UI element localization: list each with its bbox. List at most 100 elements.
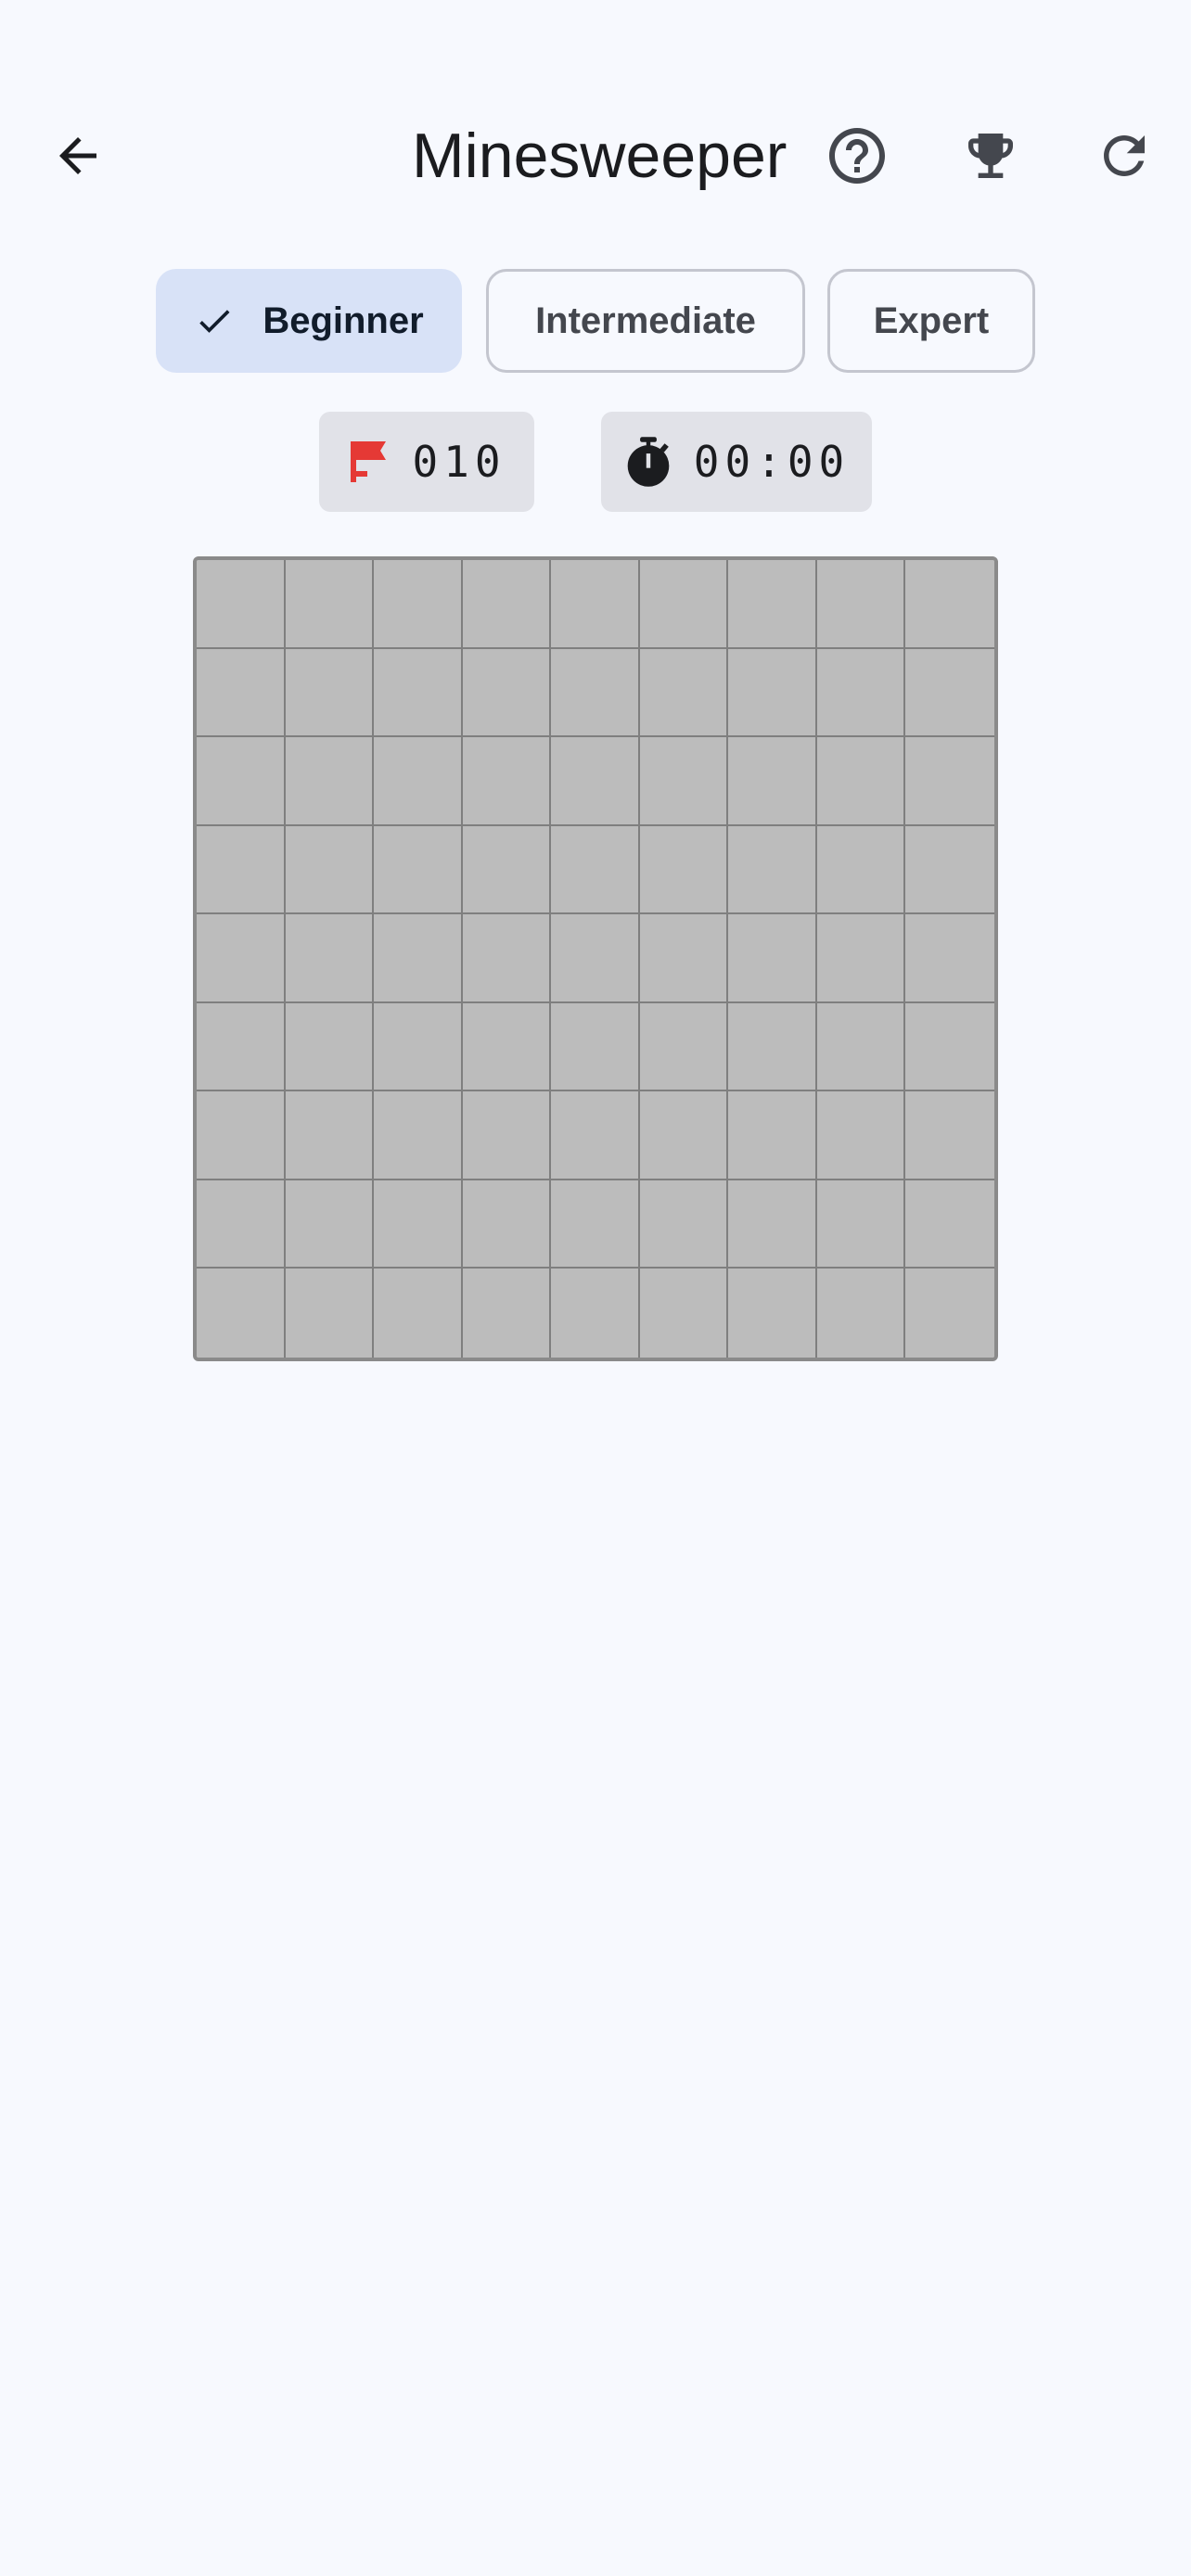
board-cell[interactable] <box>728 1180 817 1269</box>
board-cell[interactable] <box>816 1091 906 1180</box>
board-cell[interactable] <box>905 1269 994 1358</box>
board-cell[interactable] <box>905 1091 994 1180</box>
board-cell[interactable] <box>551 1002 640 1092</box>
board-cell[interactable] <box>639 1269 729 1358</box>
board-cell[interactable] <box>816 560 906 649</box>
board-cell[interactable] <box>374 1269 463 1358</box>
mines-remaining-value: 010 <box>412 437 506 487</box>
board-cell[interactable] <box>462 1269 552 1358</box>
board-cell[interactable] <box>728 560 817 649</box>
board-cell[interactable] <box>816 914 906 1003</box>
board-cell[interactable] <box>462 1002 552 1092</box>
board-cell[interactable] <box>551 560 640 649</box>
board-cell[interactable] <box>728 648 817 738</box>
board-cell[interactable] <box>639 1180 729 1269</box>
arrow-back-icon <box>59 137 96 174</box>
board-cell[interactable] <box>374 1180 463 1269</box>
board-cell[interactable] <box>285 1269 375 1358</box>
check-icon <box>194 300 235 341</box>
board-cell[interactable] <box>374 1091 463 1180</box>
board-cell[interactable] <box>905 648 994 738</box>
board-cell[interactable] <box>639 1002 729 1092</box>
board-cell[interactable] <box>905 1002 994 1092</box>
board-cell[interactable] <box>197 1269 286 1358</box>
difficulty-intermediate-chip[interactable]: Intermediate <box>486 269 805 373</box>
board-cell[interactable] <box>728 737 817 826</box>
page-title: Minesweeper <box>412 121 788 191</box>
board-cell[interactable] <box>285 914 375 1003</box>
board-cell[interactable] <box>816 825 906 915</box>
trophy-icon <box>968 134 1013 178</box>
board-cell[interactable] <box>462 825 552 915</box>
difficulty-expert-chip[interactable]: Expert <box>827 269 1035 373</box>
difficulty-beginner-chip[interactable]: Beginner <box>156 269 462 373</box>
board-cell[interactable] <box>551 1180 640 1269</box>
board-cell[interactable] <box>905 737 994 826</box>
board-cell[interactable] <box>374 737 463 826</box>
board-cell[interactable] <box>197 825 286 915</box>
board-cell[interactable] <box>816 1002 906 1092</box>
board-cell[interactable] <box>197 737 286 826</box>
board-cell[interactable] <box>462 914 552 1003</box>
board-cell[interactable] <box>462 1180 552 1269</box>
board-cell[interactable] <box>462 648 552 738</box>
board-cell[interactable] <box>905 1180 994 1269</box>
board-cell[interactable] <box>197 1002 286 1092</box>
board-cell[interactable] <box>816 1180 906 1269</box>
board-cell[interactable] <box>728 914 817 1003</box>
board-cell[interactable] <box>816 737 906 826</box>
board-cell[interactable] <box>639 648 729 738</box>
board-cell[interactable] <box>197 1091 286 1180</box>
restart-button[interactable] <box>1072 104 1176 208</box>
board-cell[interactable] <box>374 648 463 738</box>
difficulty-label: Beginner <box>263 300 424 341</box>
timer-value: 00:00 <box>693 437 851 487</box>
board-cell[interactable] <box>197 648 286 738</box>
board-cell[interactable] <box>551 914 640 1003</box>
game-timer: 00:00 <box>601 412 872 512</box>
board-cell[interactable] <box>728 1269 817 1358</box>
board-cell[interactable] <box>905 560 994 649</box>
board-cell[interactable] <box>551 737 640 826</box>
board-cell[interactable] <box>816 1269 906 1358</box>
board-cell[interactable] <box>374 914 463 1003</box>
stopwatch-icon <box>623 435 673 489</box>
board-cell[interactable] <box>197 1180 286 1269</box>
board-cell[interactable] <box>462 560 552 649</box>
board-cell[interactable] <box>905 825 994 915</box>
board-cell[interactable] <box>639 737 729 826</box>
leaderboard-button[interactable] <box>939 104 1043 208</box>
board-cell[interactable] <box>462 1091 552 1180</box>
board-cell[interactable] <box>551 1269 640 1358</box>
board-cell[interactable] <box>551 825 640 915</box>
board-cell[interactable] <box>285 648 375 738</box>
back-button[interactable] <box>26 104 130 208</box>
board-cell[interactable] <box>905 914 994 1003</box>
board-cell[interactable] <box>639 914 729 1003</box>
board-cell[interactable] <box>374 1002 463 1092</box>
board-cell[interactable] <box>462 737 552 826</box>
board-cell[interactable] <box>639 825 729 915</box>
board-cell[interactable] <box>551 1091 640 1180</box>
board-cell[interactable] <box>285 560 375 649</box>
board-cell[interactable] <box>285 1180 375 1269</box>
board-cell[interactable] <box>374 560 463 649</box>
board-cell[interactable] <box>285 1002 375 1092</box>
difficulty-label: Expert <box>873 300 990 341</box>
board-cell[interactable] <box>639 1091 729 1180</box>
board-cell[interactable] <box>728 1002 817 1092</box>
board-cell[interactable] <box>374 825 463 915</box>
board-cell[interactable] <box>197 914 286 1003</box>
board-cell[interactable] <box>285 737 375 826</box>
board-cell[interactable] <box>285 825 375 915</box>
board-cell[interactable] <box>285 1091 375 1180</box>
minefield-grid <box>193 556 998 1361</box>
board-cell[interactable] <box>551 648 640 738</box>
board-cell[interactable] <box>816 648 906 738</box>
board-cell[interactable] <box>639 560 729 649</box>
board-cell[interactable] <box>728 825 817 915</box>
board-cell[interactable] <box>728 1091 817 1180</box>
help-button[interactable] <box>805 104 909 208</box>
difficulty-selector: Beginner Intermediate Expert <box>0 269 1191 376</box>
board-cell[interactable] <box>197 560 286 649</box>
